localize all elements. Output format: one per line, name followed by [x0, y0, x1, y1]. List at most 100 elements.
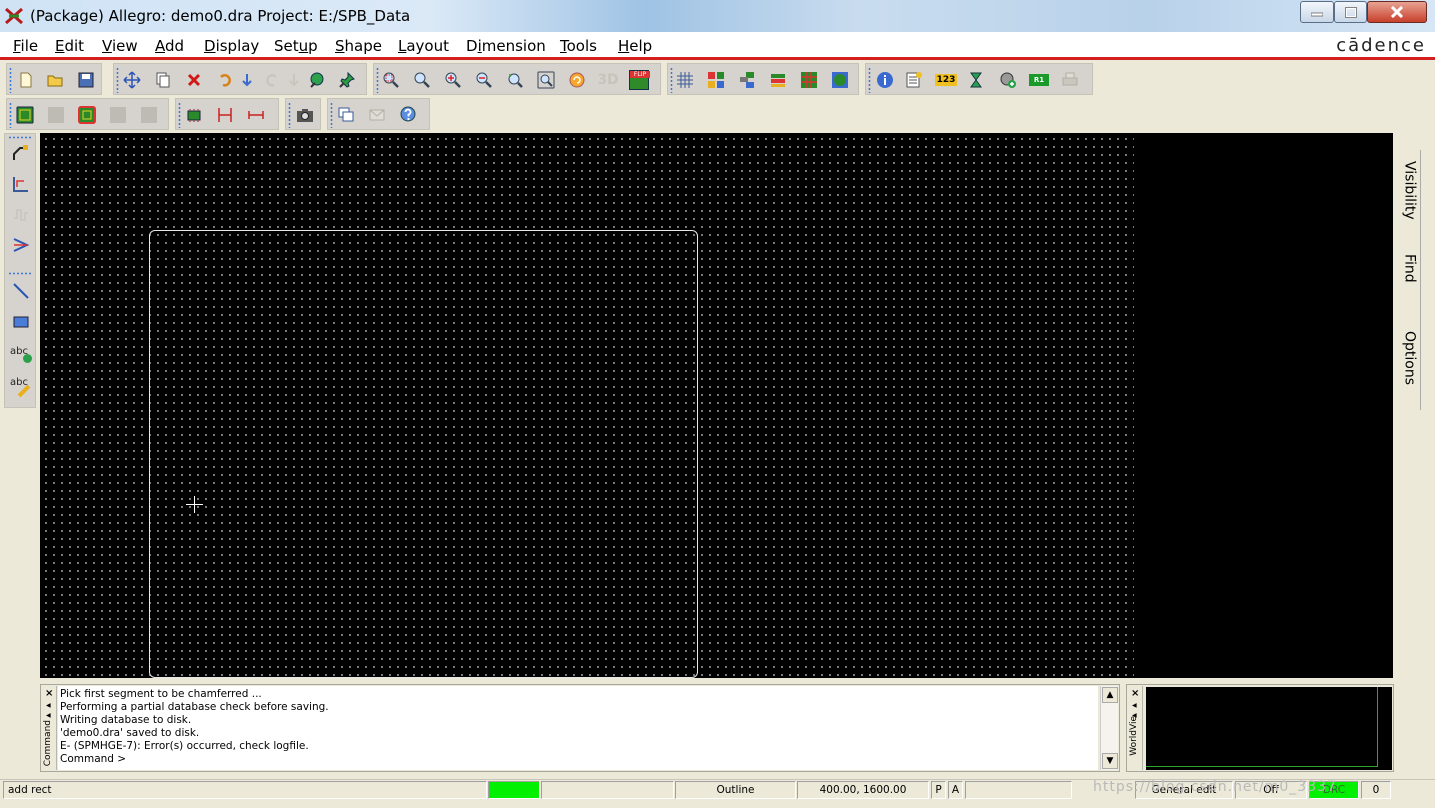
grid-button[interactable] [673, 68, 697, 92]
expand-icon[interactable]: ◀ [46, 712, 51, 719]
shadow-button[interactable] [766, 68, 790, 92]
zoom-points-button[interactable] [379, 68, 403, 92]
close-panel-icon[interactable]: × [1131, 688, 1139, 699]
toolbar-grip[interactable] [8, 272, 32, 275]
save-button[interactable] [74, 68, 98, 92]
close-panel-icon[interactable]: × [45, 688, 53, 699]
status-drc[interactable]: DRC [1309, 781, 1359, 799]
delete-button[interactable] [182, 68, 206, 92]
pin-button[interactable] [304, 68, 328, 92]
board-outline-button[interactable] [75, 103, 99, 127]
console-scrollbar[interactable]: ▲ ▼ [1100, 686, 1118, 770]
add-button[interactable] [996, 68, 1020, 92]
menu-tools[interactable]: Tools [560, 37, 597, 55]
undo-arrow-button[interactable] [235, 68, 259, 92]
open-button[interactable] [43, 68, 67, 92]
dimension-span-button[interactable] [244, 103, 268, 127]
toolbar-grip[interactable] [288, 102, 291, 128]
report-button[interactable] [902, 68, 926, 92]
menu-shape[interactable]: Shape [335, 37, 382, 55]
ref-des-button[interactable]: R1 [1027, 68, 1051, 92]
status-edit-mode[interactable]: General edit [1135, 781, 1233, 799]
help-button[interactable] [396, 103, 420, 127]
menu-display[interactable]: Display [204, 37, 259, 55]
allegro-app-icon[interactable] [4, 7, 24, 25]
move-button[interactable] [120, 68, 144, 92]
toolbar-grip[interactable] [868, 67, 871, 93]
menu-add[interactable]: Add [155, 37, 184, 55]
redo-arrow-button[interactable] [282, 68, 306, 92]
palette-button[interactable] [797, 68, 821, 92]
board-disabled-3-button[interactable] [137, 103, 161, 127]
toolbar-grip[interactable] [8, 136, 32, 139]
toolbar-grip[interactable] [9, 67, 12, 93]
outline-rectangle[interactable] [149, 230, 698, 678]
menu-layout[interactable]: Layout [398, 37, 449, 55]
menu-edit[interactable]: Edit [55, 37, 84, 55]
add-text-button[interactable]: abc [8, 340, 34, 366]
menu-view[interactable]: View [102, 37, 138, 55]
view-3d-button[interactable]: 3D [596, 68, 620, 92]
command-console[interactable]: Pick first segment to be chamferred ... … [58, 686, 1098, 770]
windows-button[interactable] [334, 103, 358, 127]
line-button[interactable] [8, 278, 34, 304]
zoom-previous-button[interactable] [503, 68, 527, 92]
rectangle-button[interactable] [8, 309, 34, 335]
wave-button[interactable] [8, 202, 34, 228]
menu-help[interactable]: Help [618, 37, 652, 55]
menu-file[interactable]: File [13, 37, 38, 55]
status-a-toggle[interactable]: A [948, 781, 963, 799]
toolbar-grip[interactable] [116, 67, 119, 93]
toolbar-grip[interactable] [178, 102, 181, 128]
collapse-icon[interactable]: ◀ [1132, 702, 1137, 709]
edit-text-button[interactable]: abc [8, 371, 34, 398]
camera-button[interactable] [293, 103, 317, 127]
measure-button[interactable]: 123 [934, 68, 958, 92]
print-button[interactable] [1058, 68, 1082, 92]
menu-setup[interactable]: Setup [274, 37, 318, 55]
minimize-button[interactable] [1300, 1, 1334, 23]
scroll-down-icon[interactable]: ▼ [1102, 753, 1118, 769]
tab-options[interactable]: Options [1399, 306, 1421, 410]
tab-visibility[interactable]: Visibility [1399, 150, 1421, 230]
zoom-out-button[interactable] [472, 68, 496, 92]
fillet-button[interactable] [8, 171, 34, 197]
worldview-map[interactable] [1146, 687, 1392, 770]
menu-dimension[interactable]: Dimension [466, 37, 546, 55]
redo-button[interactable] [260, 68, 284, 92]
info-button[interactable] [873, 68, 897, 92]
mail-button[interactable] [365, 103, 389, 127]
design-canvas[interactable] [40, 133, 1393, 678]
copy-button[interactable] [151, 68, 175, 92]
hourglass-button[interactable] [964, 68, 988, 92]
arrow-button[interactable] [8, 232, 34, 258]
status-blank-2 [965, 781, 1072, 799]
toolbar-grip[interactable] [330, 102, 333, 128]
layers-button[interactable] [735, 68, 759, 92]
toolbar-grip[interactable] [9, 102, 12, 128]
status-off[interactable]: Off [1235, 781, 1307, 799]
globe-button[interactable] [828, 68, 852, 92]
collapse-icon[interactable]: ◀ [46, 702, 51, 709]
chamfer-button[interactable] [8, 140, 34, 166]
component-button[interactable] [182, 103, 206, 127]
pushpin-button[interactable] [335, 68, 359, 92]
scroll-up-icon[interactable]: ▲ [1102, 687, 1118, 703]
close-button[interactable] [1367, 1, 1427, 23]
zoom-fit-button[interactable] [410, 68, 434, 92]
maximize-button[interactable] [1334, 1, 1367, 23]
tab-find[interactable]: Find [1399, 230, 1421, 306]
dimension-linear-button[interactable] [213, 103, 237, 127]
zoom-in-button[interactable] [441, 68, 465, 92]
board-disabled-2-button[interactable] [106, 103, 130, 127]
zoom-world-button[interactable] [534, 68, 558, 92]
status-p-toggle[interactable]: P [931, 781, 946, 799]
flip-button[interactable]: FLIP [627, 68, 651, 92]
board-disabled-button[interactable] [44, 103, 68, 127]
command-prompt[interactable]: Command > [60, 753, 1096, 766]
board-button[interactable] [13, 103, 37, 127]
undo-button[interactable] [213, 68, 237, 92]
redraw-button[interactable] [565, 68, 589, 92]
color-button[interactable] [704, 68, 728, 92]
new-button[interactable] [14, 68, 38, 92]
